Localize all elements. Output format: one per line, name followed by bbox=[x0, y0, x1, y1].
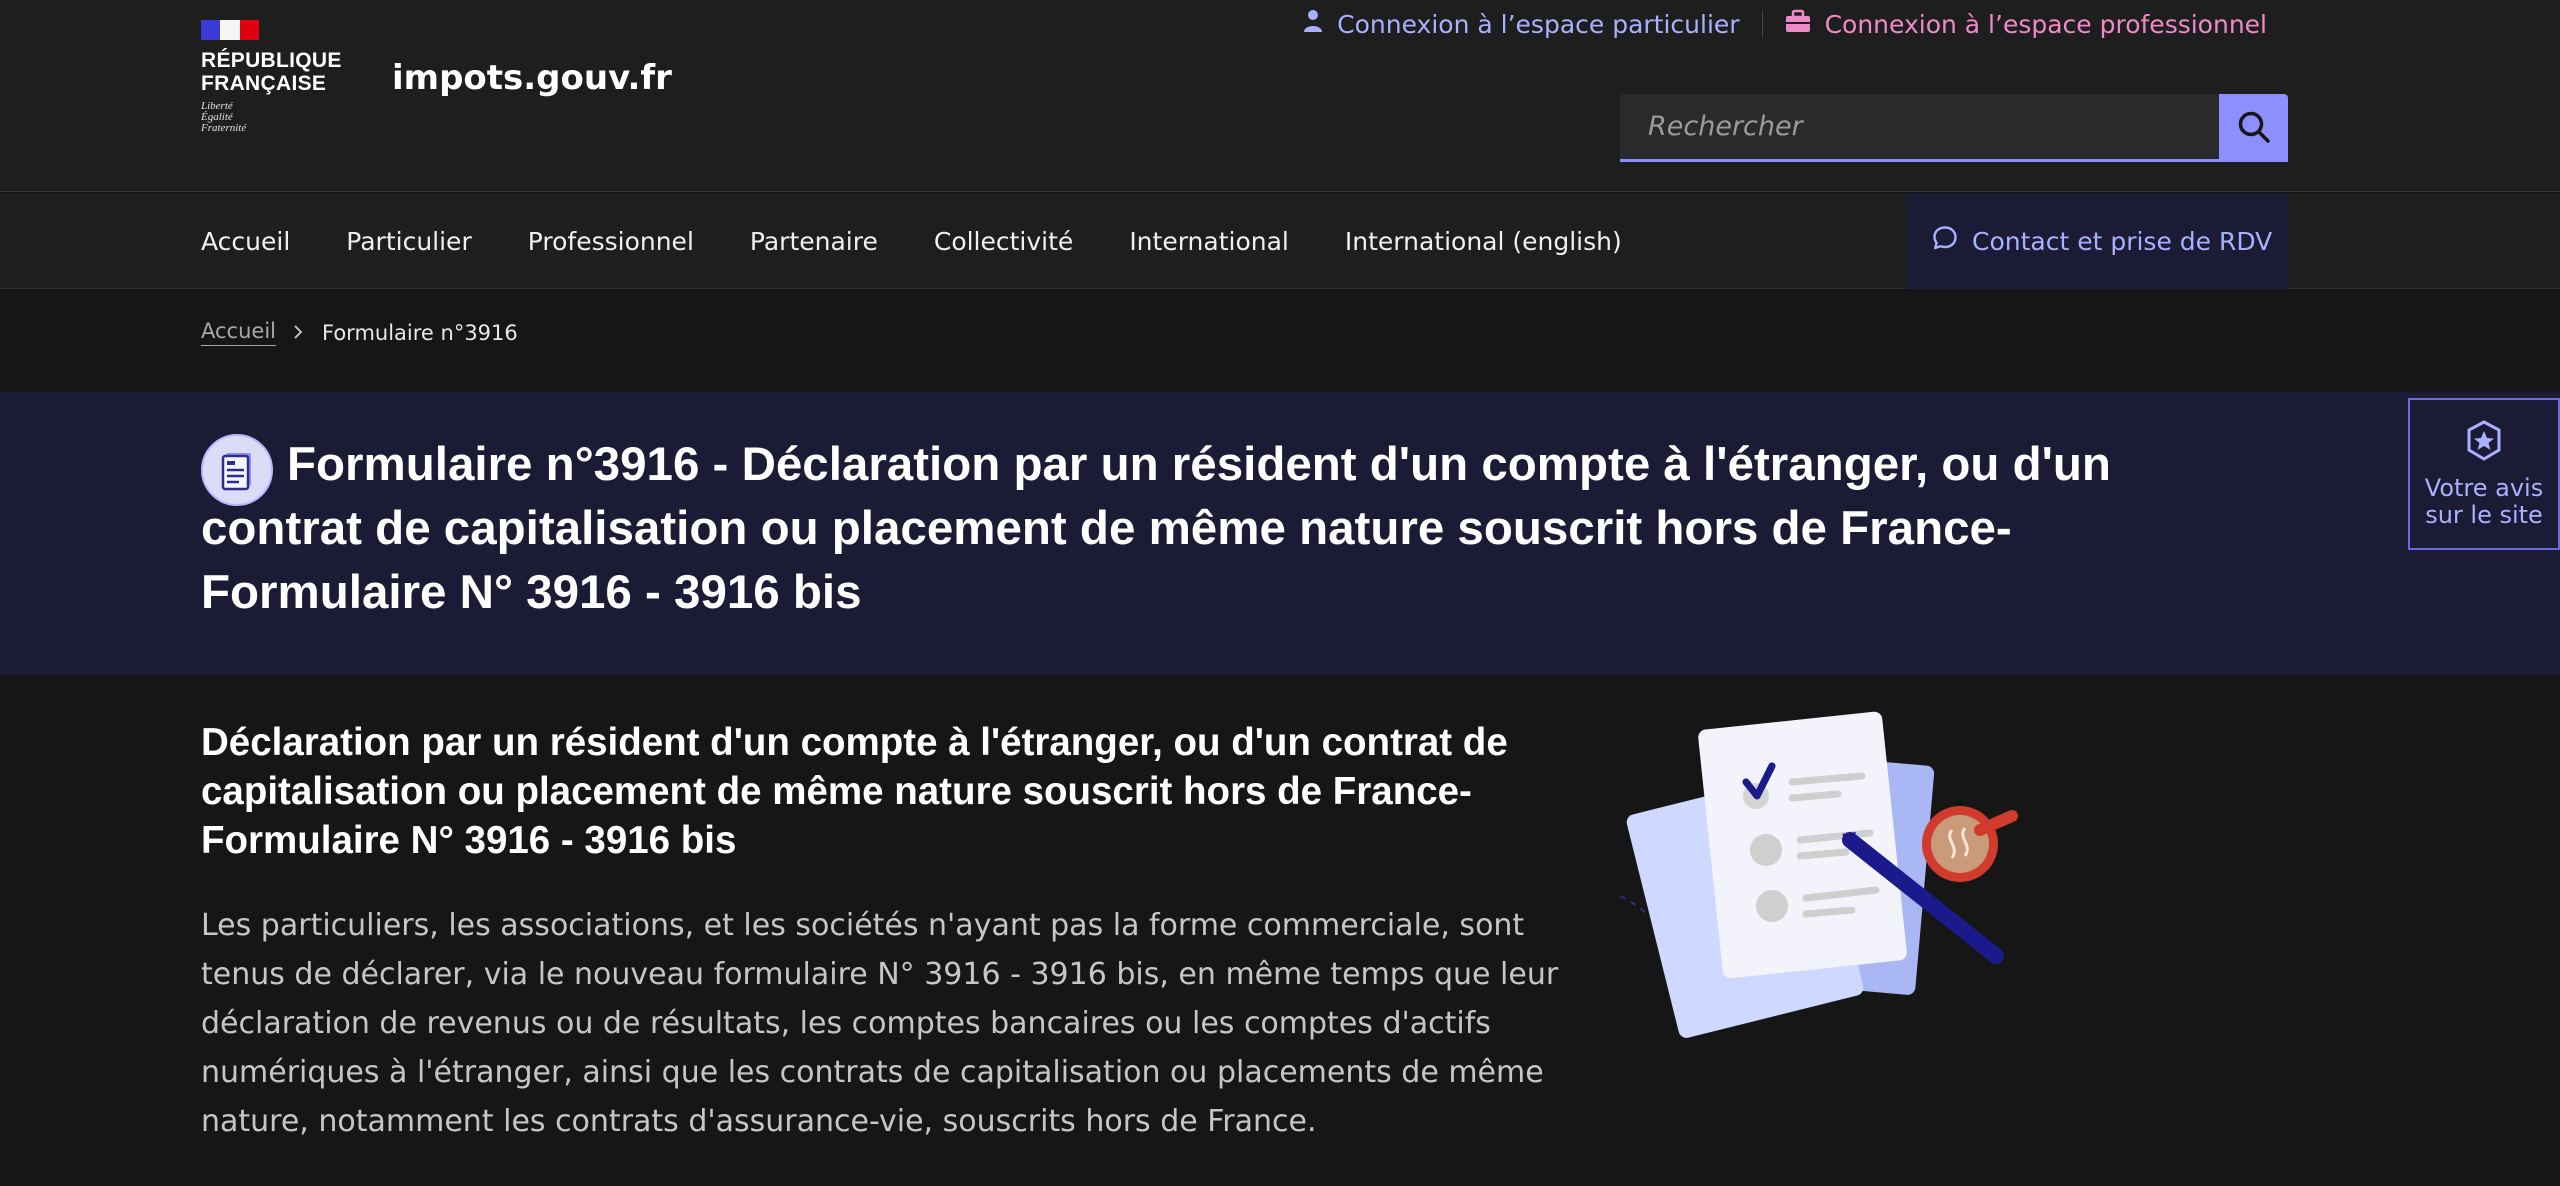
main-nav: Accueil Particulier Professionnel Parten… bbox=[0, 193, 2560, 289]
search-button[interactable] bbox=[2219, 94, 2288, 162]
user-icon bbox=[1303, 9, 1323, 39]
nav-item-accueil[interactable]: Accueil bbox=[201, 227, 290, 256]
page-title: Formulaire n°3916 - Déclaration par un r… bbox=[201, 438, 2111, 619]
form-checklist-illustration bbox=[1610, 700, 2030, 1040]
contact-rdv-button[interactable]: Contact et prise de RDV bbox=[1906, 193, 2288, 289]
chevron-right-icon bbox=[292, 321, 304, 345]
content-paragraph: Les particuliers, les associations, et l… bbox=[201, 908, 1559, 1139]
search-icon bbox=[2237, 110, 2271, 147]
login-particulier-link[interactable]: Connexion à l’espace particulier bbox=[1303, 9, 1740, 39]
site-name[interactable]: impots.gouv.fr bbox=[392, 58, 672, 98]
logo-line-1: RÉPUBLIQUE bbox=[201, 49, 342, 72]
feedback-button[interactable]: Votre avis sur le site bbox=[2408, 398, 2560, 550]
breadcrumb-home-link[interactable]: Accueil bbox=[201, 319, 276, 346]
french-flag-icon bbox=[201, 20, 259, 40]
motto-fraternite: Fraternité bbox=[201, 122, 247, 134]
feedback-line-1: Votre avis bbox=[2424, 474, 2544, 502]
republique-francaise-logo[interactable]: RÉPUBLIQUE FRANÇAISE Liberté Égalité Fra… bbox=[201, 20, 351, 134]
login-professionnel-label: Connexion à l’espace professionnel bbox=[1824, 9, 2267, 39]
nav-item-partenaire[interactable]: Partenaire bbox=[750, 227, 878, 256]
search-bar bbox=[1620, 94, 2288, 162]
contact-rdv-label: Contact et prise de RDV bbox=[1972, 226, 2273, 256]
login-professionnel-link[interactable]: Connexion à l’espace professionnel bbox=[1785, 9, 2267, 39]
breadcrumb-current: Formulaire n°3916 bbox=[322, 320, 518, 345]
site-header: RÉPUBLIQUE FRANÇAISE Liberté Égalité Fra… bbox=[0, 0, 2560, 192]
nav-item-international-english[interactable]: International (english) bbox=[1345, 227, 1622, 256]
chat-bubble-icon bbox=[1932, 225, 1958, 257]
nav-item-international[interactable]: International bbox=[1129, 227, 1289, 256]
nav-item-particulier[interactable]: Particulier bbox=[346, 227, 471, 256]
nav-item-collectivite[interactable]: Collectivité bbox=[934, 227, 1073, 256]
feedback-line-2: sur le site bbox=[2425, 501, 2543, 529]
divider bbox=[1761, 10, 1763, 38]
main-content: Déclaration par un résident d'un compte … bbox=[201, 718, 1571, 1146]
search-input[interactable] bbox=[1620, 94, 2219, 162]
top-links: Connexion à l’espace particulier Connexi… bbox=[1303, 8, 2267, 40]
login-particulier-label: Connexion à l’espace particulier bbox=[1337, 9, 1740, 39]
nav-item-professionnel[interactable]: Professionnel bbox=[528, 227, 694, 256]
briefcase-icon bbox=[1785, 9, 1811, 39]
content-heading: Déclaration par un résident d'un compte … bbox=[201, 721, 1508, 862]
logo-line-2: FRANÇAISE bbox=[201, 72, 327, 95]
star-badge-icon bbox=[2462, 419, 2506, 469]
breadcrumb: Accueil Formulaire n°3916 bbox=[201, 319, 518, 346]
